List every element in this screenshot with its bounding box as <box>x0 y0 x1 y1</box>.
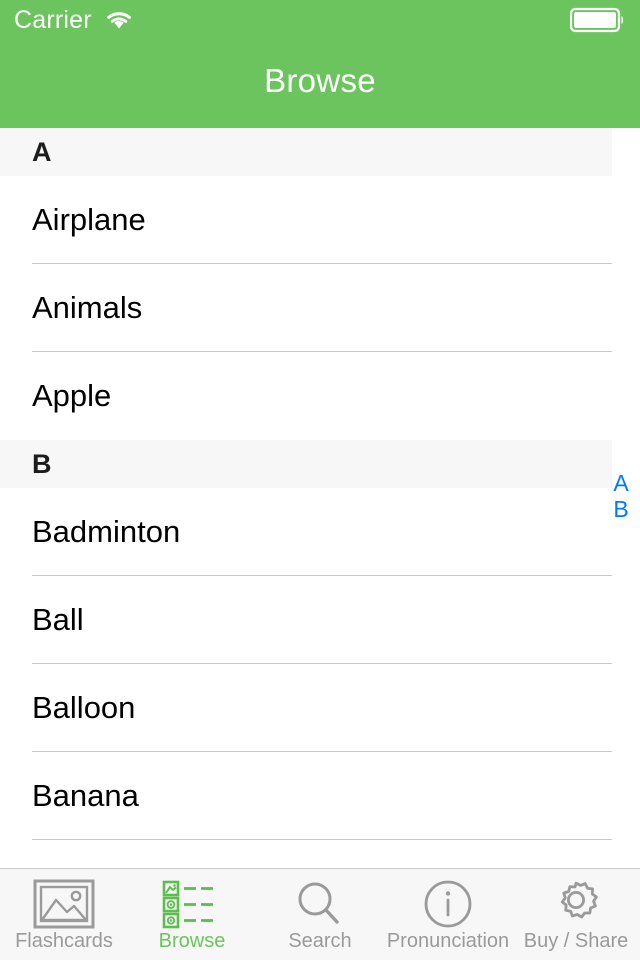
tab-search[interactable]: Search <box>256 869 384 960</box>
section-header-a: A <box>0 128 612 176</box>
tab-pronunciation[interactable]: Pronunciation <box>384 869 512 960</box>
photo-icon <box>33 879 95 928</box>
status-bar: Carrier <box>0 0 640 40</box>
carrier-label: Carrier <box>14 5 92 34</box>
tab-label-pronunciation: Pronunciation <box>386 929 510 952</box>
tab-browse[interactable]: Browse <box>128 869 256 960</box>
search-icon <box>291 881 349 927</box>
tab-label-search: Search <box>288 929 352 952</box>
list-icon <box>161 880 223 928</box>
list-item[interactable]: Banana <box>0 752 640 840</box>
tab-label-browse: Browse <box>158 929 226 952</box>
browse-list[interactable]: A Airplane Animals Apple B Badminton Bal… <box>0 128 640 868</box>
gear-icon <box>549 881 603 927</box>
list-item[interactable]: Ball <box>0 576 640 664</box>
wifi-icon <box>104 9 134 31</box>
list-item[interactable]: Balloon <box>0 664 640 752</box>
tab-label-buy-share: Buy / Share <box>523 929 629 952</box>
battery-icon <box>570 7 626 33</box>
index-letter-b[interactable]: B <box>613 496 628 522</box>
section-index-bar[interactable]: A B <box>606 470 636 522</box>
app-screen: Carrier Browse A Airplane Animals Apple … <box>0 0 640 960</box>
list-item[interactable]: Airplane <box>0 176 640 264</box>
section-header-b: B <box>0 440 612 488</box>
list-item[interactable]: Band Aid <box>0 840 640 868</box>
tab-label-flashcards: Flashcards <box>15 929 113 952</box>
index-letter-a[interactable]: A <box>613 470 628 496</box>
navigation-bar: Carrier Browse <box>0 0 640 128</box>
tab-bar: Flashcards Browse Search Pronunciation B… <box>0 868 640 960</box>
page-title: Browse <box>264 62 376 99</box>
tab-buy-share[interactable]: Buy / Share <box>512 869 640 960</box>
tab-flashcards[interactable]: Flashcards <box>0 869 128 960</box>
info-icon <box>421 880 475 927</box>
list-item[interactable]: Animals <box>0 264 640 352</box>
list-item[interactable]: Badminton <box>0 488 640 576</box>
list-item[interactable]: Apple <box>0 352 640 440</box>
